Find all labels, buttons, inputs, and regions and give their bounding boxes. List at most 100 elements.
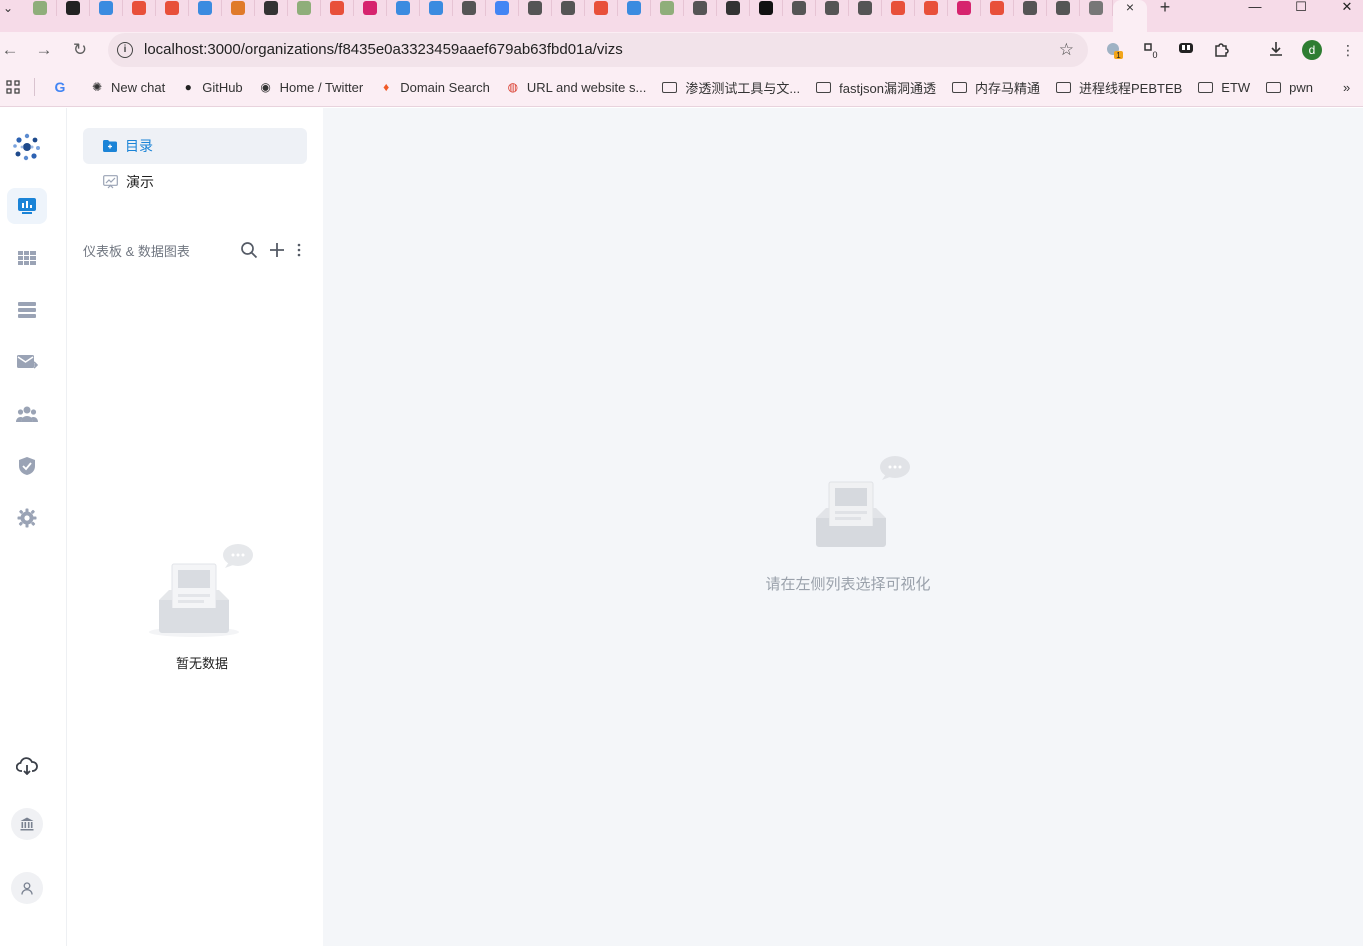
address-bar[interactable]: i localhost:3000/organizations/f8435e0a3… bbox=[108, 33, 1088, 67]
reload-icon[interactable]: ↻ bbox=[70, 40, 90, 60]
browser-tab[interactable] bbox=[981, 0, 1014, 16]
browser-tab[interactable] bbox=[750, 0, 783, 16]
logo-icon[interactable] bbox=[10, 130, 44, 164]
bookmark-item[interactable]: 渗透测试工具与文... bbox=[654, 73, 808, 101]
search-icon[interactable] bbox=[235, 240, 263, 260]
bookmark-item[interactable]: ✺ New chat bbox=[82, 73, 173, 101]
close-tab-icon[interactable]: × bbox=[1126, 0, 1134, 14]
browser-tab[interactable] bbox=[189, 0, 222, 16]
tab-favicon-icon bbox=[1089, 1, 1103, 15]
browser-tab[interactable] bbox=[882, 0, 915, 16]
browser-tab[interactable] bbox=[1080, 0, 1113, 16]
dashboard-icon bbox=[18, 198, 36, 214]
empty-inbox-icon bbox=[816, 456, 910, 547]
tab-presentation[interactable]: 演示 bbox=[83, 164, 307, 200]
extension-icon-1[interactable]: 1 bbox=[1104, 40, 1124, 60]
browser-tab[interactable] bbox=[849, 0, 882, 16]
active-tab[interactable]: × bbox=[1113, 0, 1147, 32]
browser-tab[interactable] bbox=[552, 0, 585, 16]
browser-menu-icon[interactable]: ⋮ bbox=[1338, 40, 1358, 60]
github-icon: ● bbox=[184, 80, 192, 94]
bookmark-label: 进程线程PEBTEB bbox=[1078, 80, 1183, 96]
tab-folders[interactable]: 目录 bbox=[83, 128, 307, 164]
profile-avatar[interactable]: d bbox=[1302, 40, 1322, 60]
minimize-icon[interactable]: — bbox=[1232, 0, 1278, 16]
browser-tab[interactable] bbox=[24, 0, 57, 16]
close-window-icon[interactable]: ✕ bbox=[1324, 0, 1363, 16]
browser-tab[interactable] bbox=[222, 0, 255, 16]
tab-favicon-icon bbox=[231, 1, 245, 15]
browser-tab[interactable] bbox=[915, 0, 948, 16]
browser-tab[interactable] bbox=[90, 0, 123, 16]
nav-viz-button[interactable] bbox=[7, 188, 47, 224]
browser-tab[interactable] bbox=[420, 0, 453, 16]
browser-tab[interactable] bbox=[255, 0, 288, 16]
site-info-icon[interactable]: i bbox=[117, 42, 133, 58]
tab-favicon-icon bbox=[297, 1, 311, 15]
tab-favicon-icon bbox=[1023, 1, 1037, 15]
bookmark-item[interactable]: ETW bbox=[1190, 73, 1258, 101]
bookmark-item[interactable]: 进程线程PEBTEB bbox=[1048, 73, 1190, 101]
bookmark-item[interactable]: 内存马精通 bbox=[944, 73, 1048, 101]
nav-download-button[interactable] bbox=[7, 748, 47, 784]
bookmark-item[interactable]: fastjson漏洞通透 bbox=[808, 73, 944, 101]
nav-organization-button[interactable] bbox=[11, 808, 43, 840]
browser-tab[interactable] bbox=[486, 0, 519, 16]
forward-icon[interactable]: → bbox=[34, 40, 54, 60]
browser-tab[interactable] bbox=[453, 0, 486, 16]
back-icon[interactable]: ← bbox=[0, 40, 20, 60]
browser-tab[interactable] bbox=[816, 0, 849, 16]
bookmark-google[interactable]: G bbox=[45, 73, 82, 101]
bookmark-item[interactable]: ◍ URL and website s... bbox=[498, 73, 654, 101]
extension-icon-3[interactable] bbox=[1176, 40, 1196, 60]
extensions-puzzle-icon[interactable] bbox=[1212, 40, 1232, 60]
ext-badge-1: 1 bbox=[1116, 51, 1121, 60]
browser-tab[interactable] bbox=[156, 0, 189, 16]
nav-settings-button[interactable] bbox=[7, 500, 47, 536]
browser-tab[interactable] bbox=[651, 0, 684, 16]
bookmark-item[interactable]: ◉ Home / Twitter bbox=[251, 73, 372, 101]
browser-tab-strip: ⌄ × + — ☐ ✕ bbox=[0, 0, 1363, 32]
browser-tab[interactable] bbox=[288, 0, 321, 16]
bookmark-label: New chat bbox=[111, 79, 166, 95]
bookmark-star-icon[interactable]: ☆ bbox=[1059, 40, 1074, 60]
browser-tab[interactable] bbox=[519, 0, 552, 16]
url-text[interactable]: localhost:3000/organizations/f8435e0a332… bbox=[144, 33, 623, 67]
browser-tab[interactable] bbox=[684, 0, 717, 16]
add-icon[interactable] bbox=[263, 240, 291, 260]
browser-tab[interactable] bbox=[783, 0, 816, 16]
empty-main-text: 请在左侧列表选择可视化 bbox=[765, 576, 931, 593]
browser-tab[interactable] bbox=[354, 0, 387, 16]
nav-permissions-button[interactable] bbox=[7, 448, 47, 484]
browser-tab[interactable] bbox=[585, 0, 618, 16]
extension-icon-2[interactable]: 0 bbox=[1141, 40, 1161, 60]
browser-tab[interactable] bbox=[1014, 0, 1047, 16]
browser-tab[interactable] bbox=[618, 0, 651, 16]
download-icon[interactable] bbox=[1266, 40, 1286, 60]
nav-members-button[interactable] bbox=[7, 396, 47, 432]
bank-icon bbox=[20, 817, 34, 831]
browser-tab[interactable] bbox=[321, 0, 354, 16]
tab-favicon-icon bbox=[495, 1, 509, 15]
nav-profile-button[interactable] bbox=[11, 872, 43, 904]
bookmark-item[interactable]: ● GitHub bbox=[173, 73, 250, 101]
browser-tab[interactable] bbox=[387, 0, 420, 16]
nav-views-button[interactable] bbox=[7, 240, 47, 276]
maximize-icon[interactable]: ☐ bbox=[1278, 0, 1324, 16]
browser-tab[interactable] bbox=[1047, 0, 1080, 16]
more-bookmarks-icon[interactable]: » bbox=[1335, 73, 1358, 101]
new-tab-button[interactable]: + bbox=[1157, 0, 1173, 16]
nav-sources-button[interactable] bbox=[7, 292, 47, 328]
tab-search-icon[interactable]: ⌄ bbox=[0, 0, 16, 16]
browser-tab[interactable] bbox=[57, 0, 90, 16]
bookmark-item[interactable]: ♦ Domain Search bbox=[371, 73, 498, 101]
browser-tab[interactable] bbox=[717, 0, 750, 16]
bookmark-label: URL and website s... bbox=[526, 79, 647, 95]
apps-grid-icon[interactable] bbox=[0, 73, 26, 101]
bookmark-item[interactable]: pwn bbox=[1258, 73, 1321, 101]
browser-tab[interactable] bbox=[948, 0, 981, 16]
more-vertical-icon[interactable] bbox=[291, 240, 307, 260]
nav-schedule-button[interactable] bbox=[7, 344, 47, 380]
user-icon bbox=[21, 881, 33, 895]
browser-tab[interactable] bbox=[123, 0, 156, 16]
